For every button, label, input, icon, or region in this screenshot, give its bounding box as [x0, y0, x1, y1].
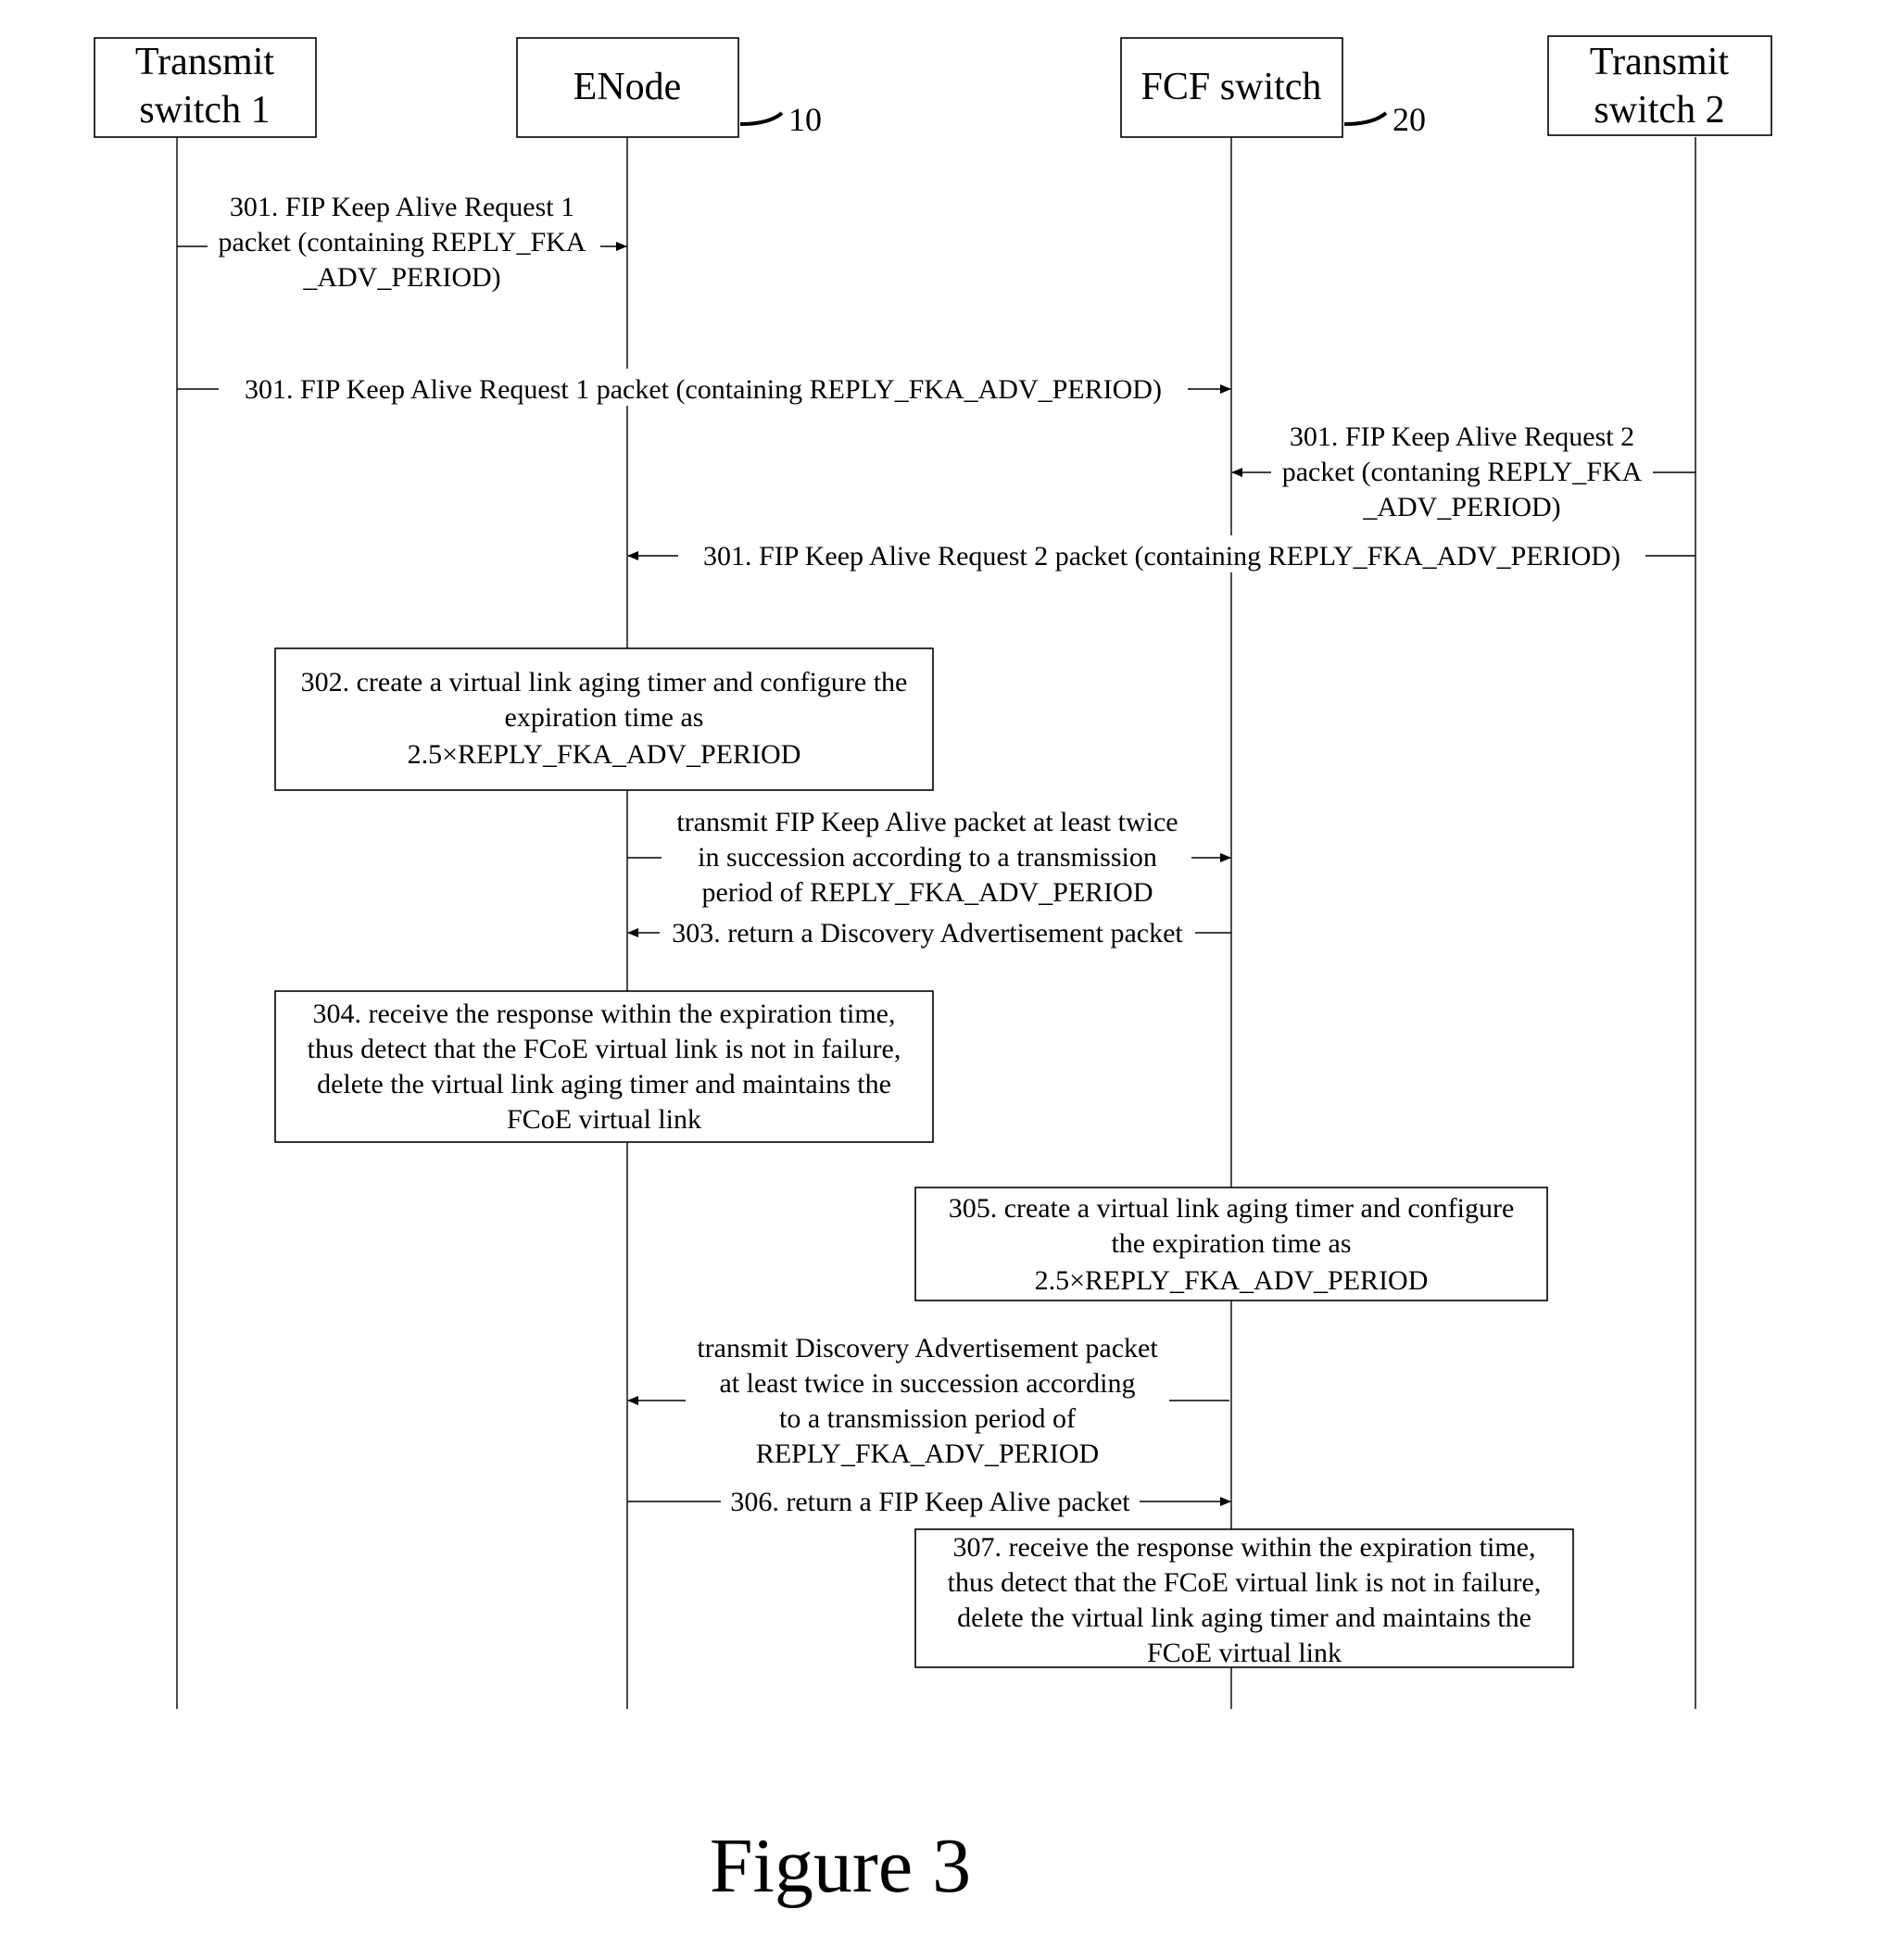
message-303-discovery-advertisement: 303. return a Discovery Advertisement pa… — [627, 915, 1231, 950]
message-label: transmit FIP Keep Alive packet at least … — [676, 807, 1178, 837]
message-label: packet (containing REPLY_FKA — [219, 227, 586, 258]
reference-numeral: 20 — [1393, 101, 1426, 138]
participant-label: Transmit — [135, 41, 274, 83]
note-text: thus detect that the FCoE virtual link i… — [308, 1034, 901, 1064]
participant-label: Transmit — [1590, 41, 1729, 83]
note-text: expiration time as — [505, 702, 704, 733]
note-text: 307. receive the response within the exp… — [953, 1532, 1536, 1563]
participant-label: switch 2 — [1594, 89, 1724, 132]
participant-transmit-switch-2: Transmit switch 2 — [1547, 35, 1772, 136]
note-305: 305. create a virtual link aging timer a… — [914, 1187, 1548, 1301]
message-label: to a transmission period of — [779, 1403, 1076, 1434]
note-text: FCoE virtual link — [507, 1104, 701, 1135]
message-label: packet (contaning REPLY_FKA — [1282, 457, 1643, 487]
message-label: 301. FIP Keep Alive Request 2 — [1290, 421, 1634, 452]
message-transmit-discovery-advertisement: transmit Discovery Advertisement packet … — [627, 1333, 1229, 1469]
message-transmit-keep-alive: transmit FIP Keep Alive packet at least … — [627, 807, 1231, 908]
sequence-diagram: Transmit switch 1 ENode 10 FCF switch 20… — [94, 35, 1772, 1909]
message-301-request-1-to-enode: 301. FIP Keep Alive Request 1 packet (co… — [177, 192, 627, 293]
note-307: 307. receive the response within the exp… — [914, 1528, 1574, 1668]
message-label: 303. return a Discovery Advertisement pa… — [672, 918, 1183, 949]
message-301-request-2-to-enode: 301. FIP Keep Alive Request 2 packet (co… — [627, 535, 1695, 572]
note-text: 304. receive the response within the exp… — [313, 999, 896, 1029]
note-text: 305. create a virtual link aging timer a… — [949, 1193, 1515, 1224]
participant-enode: ENode 10 — [516, 37, 822, 138]
message-label: 301. FIP Keep Alive Request 2 packet (co… — [703, 541, 1620, 572]
message-label: _ADV_PERIOD) — [302, 262, 500, 293]
note-302: 302. create a virtual link aging timer a… — [274, 647, 934, 791]
note-304: 304. receive the response within the exp… — [274, 990, 934, 1143]
note-text: the expiration time as — [1111, 1228, 1351, 1259]
message-label: REPLY_FKA_ADV_PERIOD — [756, 1439, 1099, 1469]
message-label: _ADV_PERIOD) — [1362, 492, 1560, 522]
message-label: 306. return a FIP Keep Alive packet — [730, 1487, 1130, 1517]
message-306-return-keep-alive: 306. return a FIP Keep Alive packet — [627, 1484, 1231, 1519]
participant-label: ENode — [573, 66, 682, 108]
message-301-request-2-to-fcf: 301. FIP Keep Alive Request 2 packet (co… — [1231, 421, 1695, 522]
note-text: delete the virtual link aging timer and … — [317, 1069, 891, 1099]
message-label: 301. FIP Keep Alive Request 1 — [230, 192, 574, 222]
message-label: period of REPLY_FKA_ADV_PERIOD — [702, 877, 1153, 908]
note-text: FCoE virtual link — [1147, 1638, 1342, 1668]
note-text: delete the virtual link aging timer and … — [957, 1602, 1531, 1633]
message-label: in succession according to a transmissio… — [698, 842, 1157, 873]
reference-leader — [739, 111, 784, 126]
figure-caption: Figure 3 — [710, 1823, 971, 1909]
message-label: at least twice in succession according — [719, 1368, 1135, 1399]
participant-label: switch 1 — [139, 89, 270, 132]
participant-transmit-switch-1: Transmit switch 1 — [94, 37, 317, 138]
participant-label: FCF switch — [1141, 66, 1322, 108]
reference-numeral: 10 — [788, 101, 822, 138]
note-text: 302. create a virtual link aging timer a… — [301, 667, 908, 697]
note-text: thus detect that the FCoE virtual link i… — [948, 1567, 1542, 1598]
participant-fcf-switch: FCF switch 20 — [1120, 37, 1426, 138]
note-text: 2.5×REPLY_FKA_ADV_PERIOD — [408, 739, 801, 770]
reference-leader — [1343, 111, 1388, 126]
note-text: 2.5×REPLY_FKA_ADV_PERIOD — [1035, 1265, 1429, 1296]
message-label: 301. FIP Keep Alive Request 1 packet (co… — [245, 374, 1162, 405]
message-label: transmit Discovery Advertisement packet — [697, 1333, 1158, 1363]
message-301-request-1-to-fcf: 301. FIP Keep Alive Request 1 packet (co… — [177, 369, 1231, 406]
